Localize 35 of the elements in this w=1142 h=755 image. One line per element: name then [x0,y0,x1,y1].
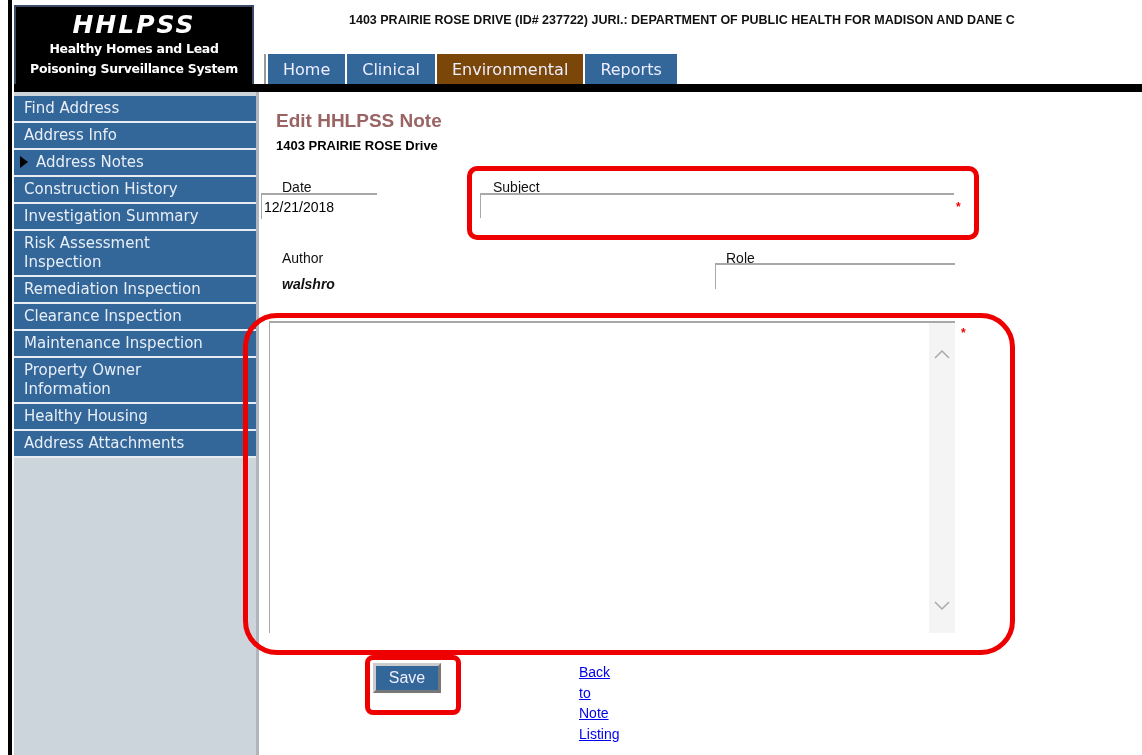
field-label: Subject [493,179,540,195]
date-field[interactable]: 12/21/2018 [261,193,377,219]
sidebar-item[interactable]: Address Notes [14,150,256,177]
sidebar-item[interactable]: Address Info [14,123,256,150]
note-field[interactable] [269,321,955,633]
nav-tab[interactable]: Environmental [436,54,584,84]
address-heading: 1403 PRAIRIE ROSE DRIVE (ID# 237722) JURI.: DEPARTMENT OF PUBLIC HEALTH FOR MADISON AND DANE C [349,13,1015,27]
back-link[interactable]: Back to Note Listing [579,662,624,744]
scroll-up-icon[interactable] [934,349,950,359]
logo-subtitle: Poisoning Surveillance System [29,60,239,78]
sidebar-item[interactable]: Remediation Inspection [14,277,256,304]
nav-tab[interactable]: Home [268,54,346,84]
field-label: Role [726,250,755,266]
author-name: walshro [282,276,335,292]
sidebar-item[interactable]: Construction History [14,177,256,204]
address-subtitle: 1403 PRAIRIE ROSE Drive [276,138,438,153]
sidebar-item[interactable]: Healthy Housing [14,404,256,431]
sidebar-item[interactable]: Property Owner Information [14,358,256,404]
logo-title: HHLPSS [72,11,196,39]
nav-tab[interactable]: Clinical [347,54,435,84]
field-label: Author [282,250,324,266]
sidebar-item[interactable]: Maintenance Inspection [14,331,256,358]
sidebar-item[interactable]: Find Address [14,96,256,123]
required-mark: * [961,327,966,339]
scroll-down-icon[interactable] [934,601,950,611]
save-button[interactable]: Save [373,663,441,693]
page-title: Edit HHLPSS Note [276,110,442,132]
nav-tab[interactable]: Reports [585,54,677,84]
logo-subtitle: Healthy Homes and Lead [48,40,220,58]
required-mark: * [956,201,961,213]
sidebar-item[interactable]: Investigation Summary [14,204,256,231]
field-label: Date [282,179,312,195]
sidebar-item[interactable]: Risk Assessment Inspection [14,231,256,277]
sidebar-item[interactable]: Address Attachments [14,431,256,458]
sidebar-item[interactable]: Clearance Inspection [14,304,256,331]
